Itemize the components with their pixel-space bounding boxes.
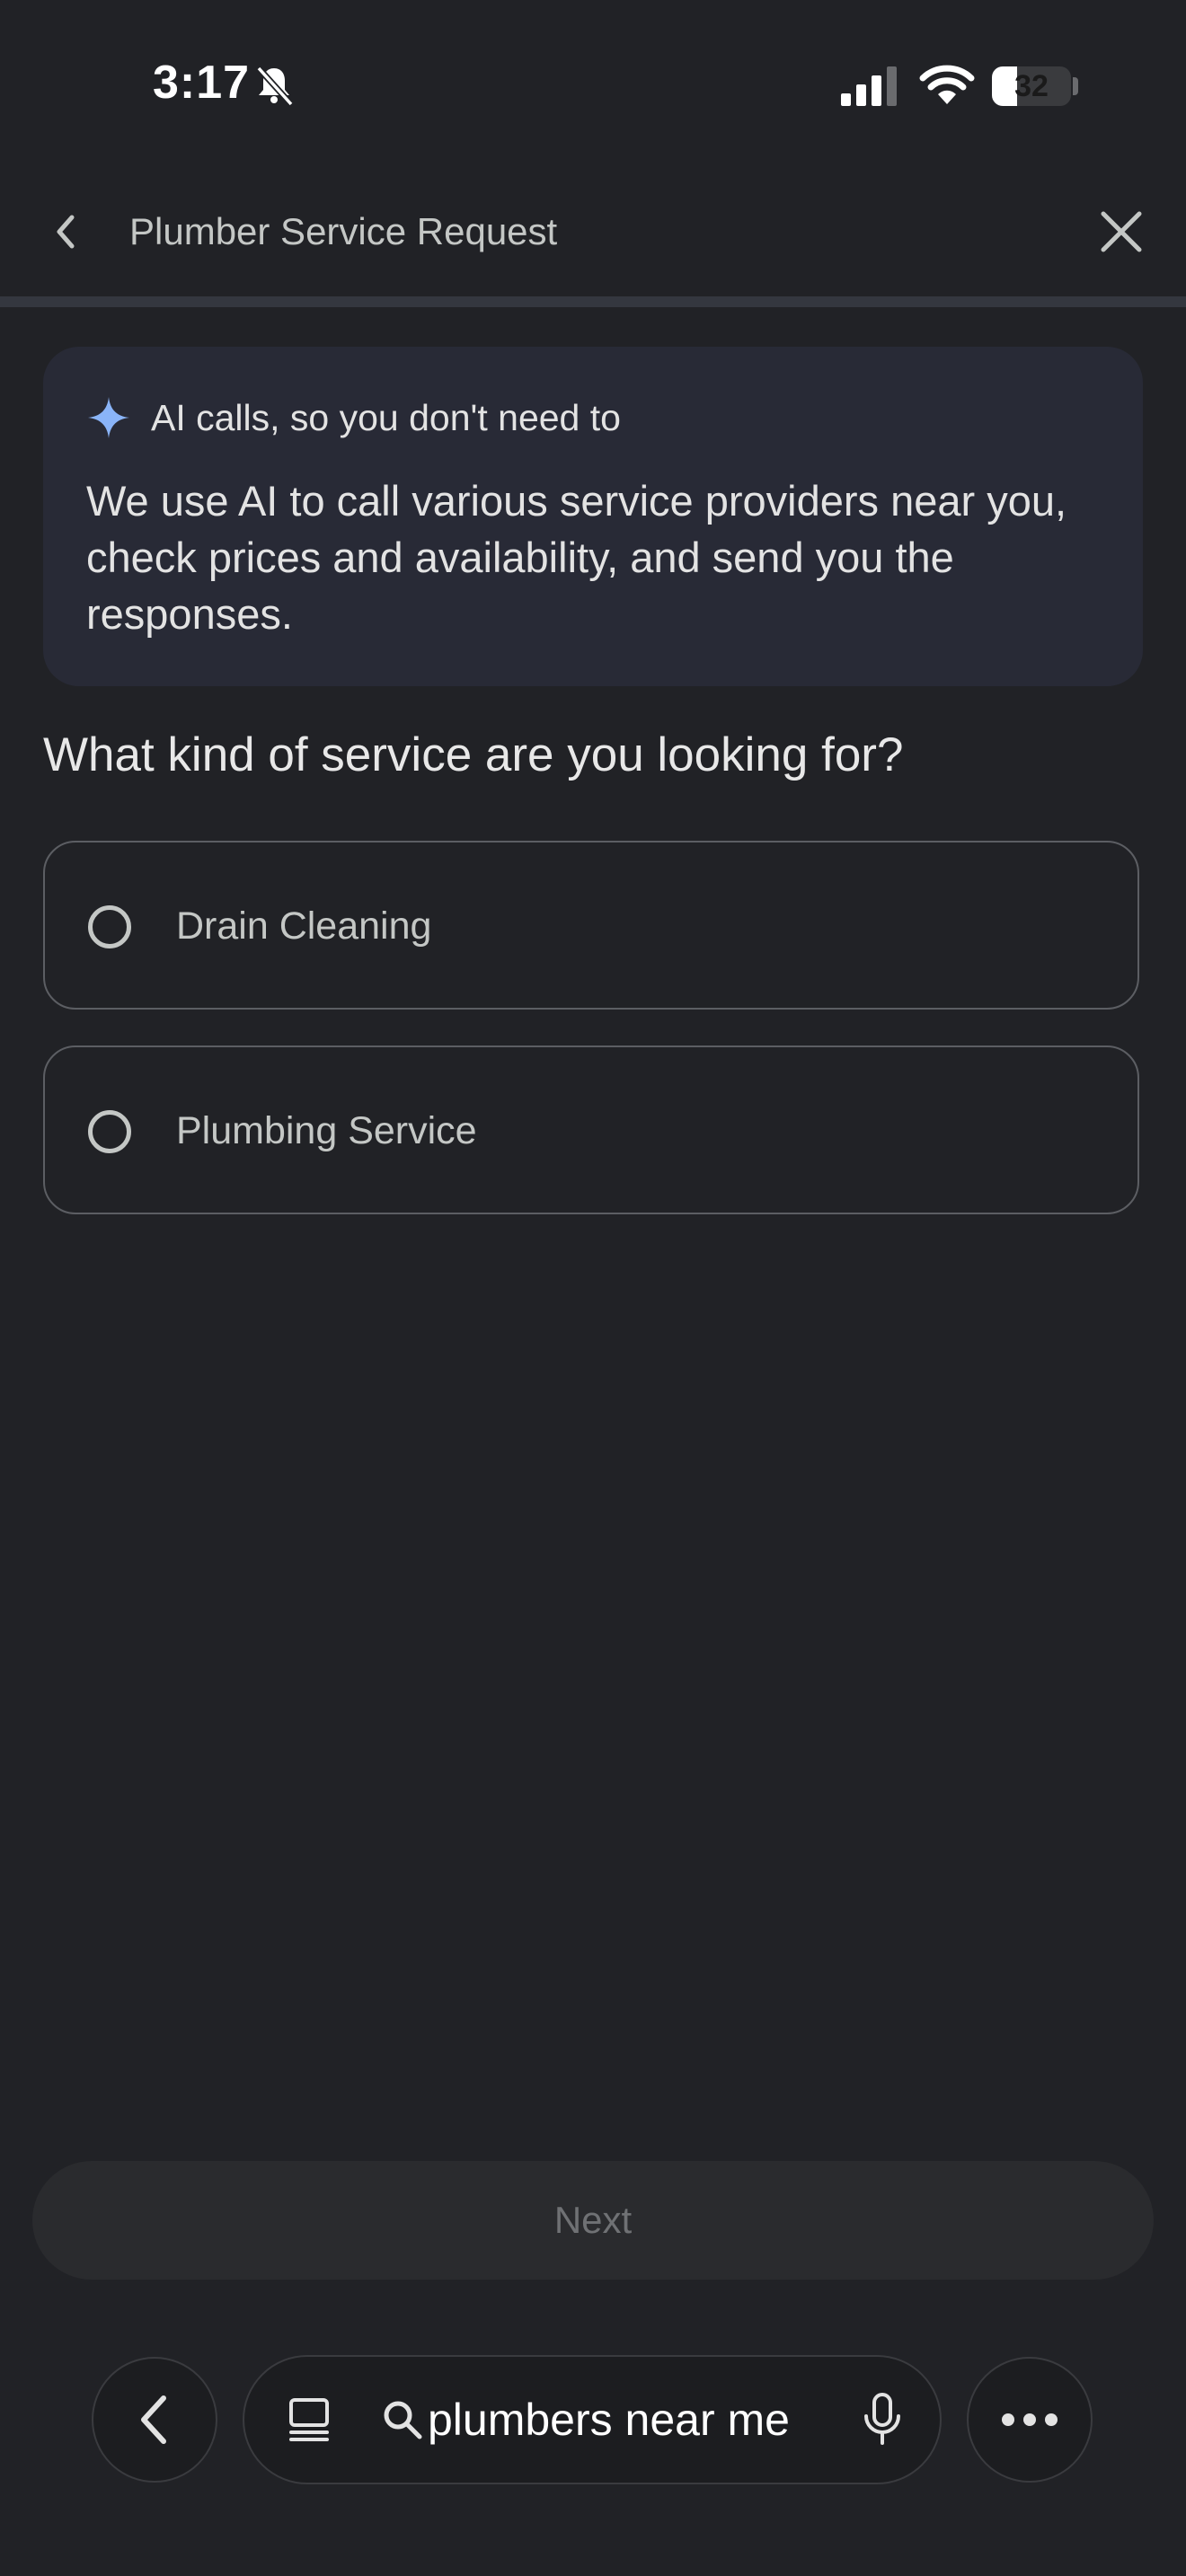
option-drain-cleaning[interactable]: Drain Cleaning xyxy=(43,841,1139,1010)
more-options-button[interactable] xyxy=(967,2357,1093,2483)
battery-icon: 32 xyxy=(992,66,1071,106)
search-icon xyxy=(384,2401,422,2439)
radio-button[interactable] xyxy=(88,905,131,948)
close-icon[interactable] xyxy=(1096,207,1146,257)
tabs-icon[interactable] xyxy=(284,2395,334,2445)
radio-button[interactable] xyxy=(88,1110,131,1153)
next-button[interactable]: Next xyxy=(32,2161,1154,2280)
info-card-title: AI calls, so you don't need to xyxy=(151,397,621,438)
bell-off-icon xyxy=(256,66,294,107)
wifi-icon xyxy=(919,65,975,104)
option-plumbing-service[interactable]: Plumbing Service xyxy=(43,1045,1139,1214)
service-question: What kind of service are you looking for… xyxy=(43,728,904,781)
chevron-left-icon[interactable] xyxy=(45,207,86,257)
search-query[interactable]: plumbers near me xyxy=(428,2391,790,2448)
search-bar[interactable]: plumbers near me xyxy=(243,2355,942,2484)
option-label: Drain Cleaning xyxy=(176,904,432,948)
more-icon xyxy=(1002,2413,1058,2426)
option-label: Plumbing Service xyxy=(176,1109,477,1152)
sparkle-icon xyxy=(88,397,129,438)
back-icon xyxy=(141,2395,166,2444)
page-title: Plumber Service Request xyxy=(129,210,558,252)
cellular-signal-icon xyxy=(841,66,897,106)
status-time: 3:17 xyxy=(153,57,251,109)
browser-back-button[interactable] xyxy=(92,2357,217,2483)
info-card-body: We use AI to call various service provid… xyxy=(86,477,1067,638)
battery-tip xyxy=(1073,77,1078,95)
header-divider xyxy=(0,296,1186,307)
mic-icon[interactable] xyxy=(861,2391,904,2448)
battery-level: 32 xyxy=(1014,69,1049,103)
